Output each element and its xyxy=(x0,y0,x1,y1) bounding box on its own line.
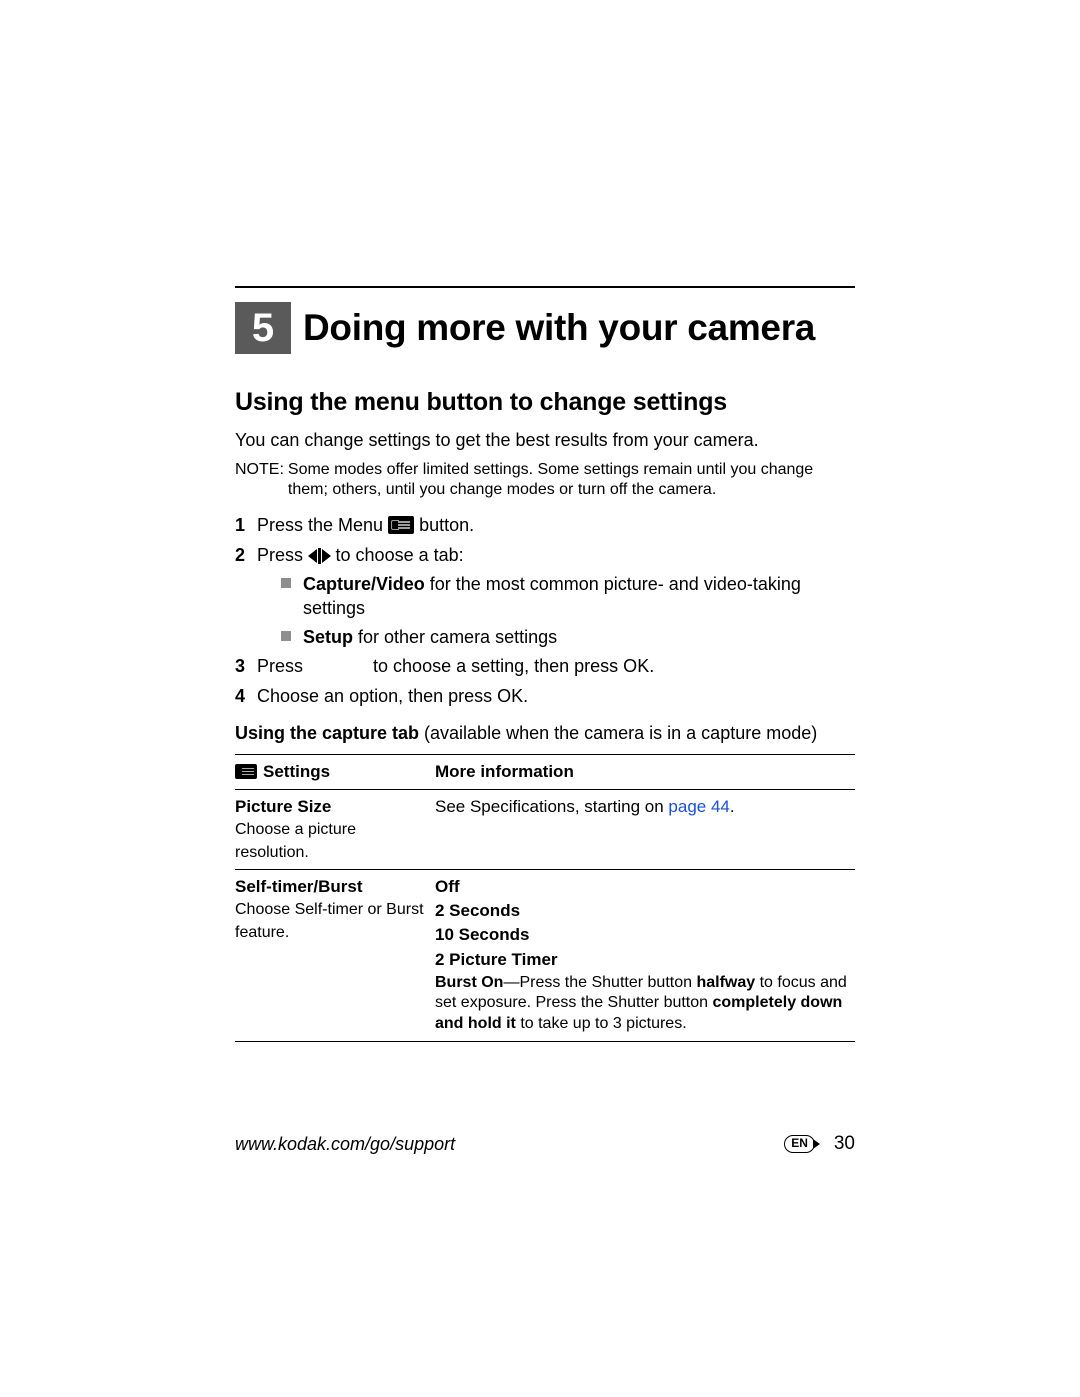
capture-tab-rest: (available when the camera is in a captu… xyxy=(419,723,817,743)
left-right-arrow-icon xyxy=(308,548,331,564)
selftimer-title: Self-timer/Burst xyxy=(235,877,363,896)
bullet-capture-video: Capture/Video for the most common pictur… xyxy=(281,573,855,620)
capture-tab-subhead: Using the capture tab (available when th… xyxy=(235,722,855,745)
bullet-setup-rest: for other camera settings xyxy=(353,627,557,647)
step-3: 3 Press to choose a setting, then press … xyxy=(235,655,855,678)
cell-picture-size-info: See Specifications, starting on page 44. xyxy=(435,789,855,870)
table-header-row: Settings More information xyxy=(235,754,855,789)
chapter-number: 5 xyxy=(235,302,291,354)
picture-size-info-a: See Specifications, starting on xyxy=(435,797,668,816)
step-2-text-a: Press xyxy=(257,545,308,565)
chapter-heading: 5 Doing more with your camera xyxy=(235,302,855,354)
settings-table: Settings More information Picture Size C… xyxy=(235,754,855,1043)
opt-off: Off xyxy=(435,876,847,898)
step-3-text-b: to choose a setting, then press OK. xyxy=(368,656,654,676)
header-more-info: More information xyxy=(435,754,855,789)
cell-selftimer-info: Off 2 Seconds 10 Seconds 2 Picture Timer… xyxy=(435,870,855,1042)
header-settings-text: Settings xyxy=(263,762,330,781)
burst-a: —Press the Shutter button xyxy=(503,974,696,991)
opt-10sec: 10 Seconds xyxy=(435,924,847,946)
step-1: 1 Press the Menu button. xyxy=(235,514,855,537)
selftimer-sub: Choose Self-timer or Burst feature. xyxy=(235,901,424,941)
note-text: Some modes offer limited settings. Some … xyxy=(284,460,855,500)
step-2: 2 Press to choose a tab: Capture/Video f… xyxy=(235,544,855,650)
cell-picture-size-setting: Picture Size Choose a picture resolution… xyxy=(235,789,435,870)
step-4: 4 Choose an option, then press OK. xyxy=(235,685,855,708)
language-badge-arrow-icon xyxy=(813,1139,820,1149)
steps-list: 1 Press the Menu button. 2 Press to choo… xyxy=(235,514,855,708)
link-page-44[interactable]: page 44 xyxy=(668,797,729,816)
header-settings: Settings xyxy=(235,754,435,789)
step-3-number: 3 xyxy=(235,655,245,678)
step-2-number: 2 xyxy=(235,544,245,567)
page-footer: www.kodak.com/go/support EN 30 xyxy=(235,1132,855,1157)
burst-e: to take up to 3 pictures. xyxy=(516,1015,687,1032)
burst-on-bold: Burst On xyxy=(435,974,503,991)
step-1-text-a: Press the Menu xyxy=(257,515,388,535)
menu-button-icon xyxy=(388,516,414,534)
step-2-text-b: to choose a tab: xyxy=(336,545,464,565)
intro-paragraph: You can change settings to get the best … xyxy=(235,429,855,452)
footer-url[interactable]: www.kodak.com/go/support xyxy=(235,1133,455,1156)
opt-2pic: 2 Picture Timer xyxy=(435,949,847,971)
footer-right: EN 30 xyxy=(784,1132,855,1157)
cell-selftimer-setting: Self-timer/Burst Choose Self-timer or Bu… xyxy=(235,870,435,1042)
opt-2sec: 2 Seconds xyxy=(435,900,847,922)
picture-size-info-b: . xyxy=(730,797,735,816)
page-number: 30 xyxy=(834,1132,855,1157)
bullet-setup: Setup for other camera settings xyxy=(281,626,855,649)
step-1-number: 1 xyxy=(235,514,245,537)
step-2-bullets: Capture/Video for the most common pictur… xyxy=(281,573,855,649)
language-badge: EN xyxy=(784,1135,820,1153)
top-rule xyxy=(235,286,855,288)
bullet-setup-bold: Setup xyxy=(303,627,353,647)
step-1-text-b: button. xyxy=(419,515,474,535)
step-3-text-a: Press xyxy=(257,656,308,676)
step-4-text: Choose an option, then press OK. xyxy=(257,686,528,706)
picture-size-title: Picture Size xyxy=(235,797,331,816)
note-label: NOTE: xyxy=(235,460,284,500)
language-code: EN xyxy=(784,1135,815,1153)
row-picture-size: Picture Size Choose a picture resolution… xyxy=(235,789,855,870)
capture-tab-bold: Using the capture tab xyxy=(235,723,419,743)
picture-size-sub: Choose a picture resolution. xyxy=(235,821,356,861)
body-text: You can change settings to get the best … xyxy=(235,429,855,1157)
note: NOTE: Some modes offer limited settings.… xyxy=(235,460,855,500)
burst-halfway: halfway xyxy=(696,974,755,991)
settings-header-icon xyxy=(235,764,257,779)
row-self-timer-burst: Self-timer/Burst Choose Self-timer or Bu… xyxy=(235,870,855,1042)
step-4-number: 4 xyxy=(235,685,245,708)
manual-page: 5 Doing more with your camera Using the … xyxy=(0,0,1080,1157)
chapter-title: Doing more with your camera xyxy=(291,302,815,354)
bullet-cv-bold: Capture/Video xyxy=(303,574,425,594)
burst-on-line: Burst On—Press the Shutter button halfwa… xyxy=(435,973,847,1035)
section-title: Using the menu button to change settings xyxy=(235,388,855,417)
step-3-gap xyxy=(308,656,368,676)
